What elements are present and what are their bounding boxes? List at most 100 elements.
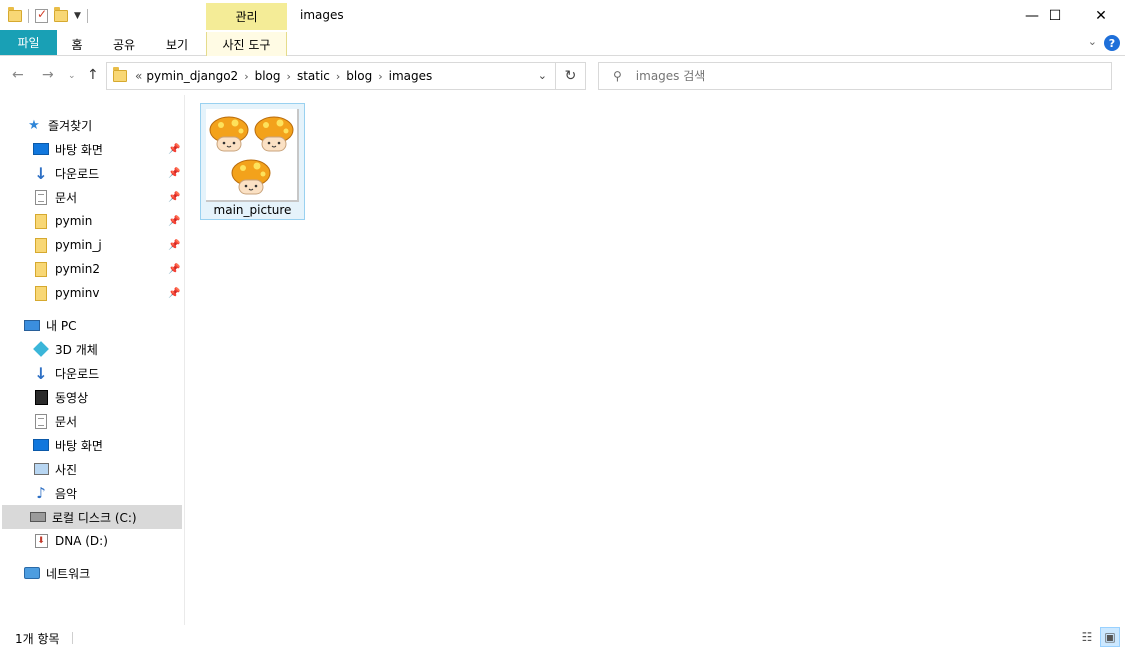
nav-label: 즐겨찾기 [48, 118, 93, 133]
refresh-button[interactable]: ↻ [556, 62, 586, 90]
breadcrumb-separator-icon[interactable]: › [287, 70, 291, 83]
pin-icon[interactable]: 📌 [168, 288, 180, 299]
folder-icon [35, 261, 47, 277]
breadcrumb-separator-icon[interactable]: › [378, 70, 382, 83]
breadcrumb-blog-2[interactable]: blog [346, 69, 372, 83]
nav-quick-access[interactable]: ★ 즐겨찾기 [26, 113, 92, 137]
nav-item-documents-pc[interactable]: 문서 [33, 409, 77, 433]
nav-item-pymin2[interactable]: pymin2 [33, 257, 100, 281]
tab-share[interactable]: 공유 [105, 32, 143, 56]
close-button[interactable]: ✕ [1078, 0, 1124, 32]
nav-item-local-disk-c[interactable]: 로컬 디스크 (C:) [2, 505, 182, 529]
forward-icon[interactable]: → [42, 67, 54, 83]
search-box[interactable]: ⚲ [598, 62, 1112, 90]
close-icon: ✕ [1095, 8, 1107, 24]
nav-item-dna-d[interactable]: ⬇ DNA (D:) [33, 529, 108, 553]
back-icon[interactable]: ← [12, 67, 24, 83]
nav-label: 사진 [55, 462, 78, 477]
removable-drive-icon: ⬇ [34, 534, 48, 548]
pin-icon[interactable]: 📌 [168, 264, 180, 275]
nav-label: 다운로드 [55, 166, 100, 181]
file-item[interactable]: main_picture [200, 103, 305, 220]
large-icons-view-button[interactable]: ▣ [1100, 627, 1120, 647]
customize-toolbar-icon[interactable]: ▼ [74, 11, 81, 21]
address-bar[interactable]: « pymin_django2 › blog › static › blog ›… [106, 62, 556, 90]
nav-label: pymin_j [55, 238, 102, 252]
nav-item-pyminv[interactable]: pyminv [33, 281, 99, 305]
refresh-icon: ↻ [564, 68, 577, 84]
quick-access-toolbar: ▼ [8, 6, 88, 26]
details-view-button[interactable]: ☷ [1077, 627, 1097, 647]
nav-item-pictures[interactable]: 사진 [33, 457, 77, 481]
video-icon [34, 389, 48, 405]
download-icon: ↓ [34, 163, 48, 183]
pin-icon[interactable]: 📌 [168, 168, 180, 179]
pin-icon[interactable]: 📌 [168, 192, 180, 203]
nav-item-pymin-j[interactable]: pymin_j [33, 233, 102, 257]
pin-icon[interactable]: 📌 [168, 144, 180, 155]
nav-label: pymin [55, 214, 93, 228]
computer-icon [24, 319, 40, 331]
folder-icon [35, 237, 47, 253]
nav-this-pc[interactable]: 내 PC [24, 313, 76, 337]
desktop-icon [33, 439, 49, 451]
recent-locations-icon[interactable]: ⌄ [68, 71, 76, 81]
search-icon: ⚲ [613, 69, 622, 83]
breadcrumb-blog[interactable]: blog [255, 69, 281, 83]
folder-icon [113, 67, 127, 82]
context-tab-header: 관리 [206, 3, 287, 30]
document-icon [35, 413, 47, 429]
search-input[interactable] [635, 69, 1056, 83]
tab-view[interactable]: 보기 [157, 32, 197, 56]
overflow-crumb-icon[interactable]: « [135, 69, 142, 83]
navigation-bar: ← → ⌄ ↑ « pymin_django2 › blog › static … [0, 57, 1125, 95]
tab-file[interactable]: 파일 [0, 30, 57, 55]
breadcrumb-pymin-django2[interactable]: pymin_django2 [146, 69, 238, 83]
chevron-down-icon[interactable]: ⌄ [1088, 35, 1097, 48]
nav-label: 음악 [55, 486, 78, 501]
nav-item-desktop-pc[interactable]: 바탕 화면 [33, 433, 103, 457]
details-view-icon: ☷ [1081, 630, 1093, 644]
maximize-button[interactable]: ☐ [1032, 0, 1078, 32]
nav-item-downloads-pc[interactable]: ↓ 다운로드 [33, 361, 99, 385]
folder-icon [35, 285, 47, 301]
nav-label: 문서 [55, 190, 78, 205]
folder-icon[interactable] [8, 7, 22, 22]
nav-item-documents[interactable]: 문서 [33, 185, 77, 209]
music-icon: ♪ [36, 484, 46, 502]
folder-icon [35, 213, 47, 229]
nav-item-pymin[interactable]: pymin [33, 209, 92, 233]
pin-icon[interactable]: 📌 [168, 240, 180, 251]
properties-icon[interactable] [35, 7, 48, 23]
nav-label: pyminv [55, 286, 100, 300]
divider [72, 632, 73, 644]
up-icon[interactable]: ↑ [87, 67, 99, 83]
nav-network[interactable]: 네트워크 [24, 561, 90, 585]
network-icon [24, 567, 40, 579]
tab-picture-tools[interactable]: 사진 도구 [206, 32, 287, 56]
document-icon [35, 189, 47, 205]
file-thumbnail [206, 109, 299, 202]
pin-icon[interactable]: 📌 [168, 216, 180, 227]
nav-label: 바탕 화면 [55, 142, 103, 157]
desktop-icon [33, 143, 49, 155]
nav-item-music[interactable]: ♪ 음악 [33, 481, 77, 505]
nav-label: 문서 [55, 414, 78, 429]
nav-item-videos[interactable]: 동영상 [33, 385, 88, 409]
nav-item-downloads[interactable]: ↓ 다운로드 [33, 161, 99, 185]
help-icon[interactable]: ? [1104, 35, 1120, 51]
maximize-icon: ☐ [1048, 8, 1062, 24]
nav-label: 동영상 [55, 390, 89, 405]
picture-icon [33, 463, 49, 475]
breadcrumb-separator-icon[interactable]: › [336, 70, 340, 83]
large-icons-view-icon: ▣ [1104, 630, 1116, 644]
nav-item-3d-objects[interactable]: 3D 개체 [33, 337, 98, 361]
breadcrumb-images[interactable]: images [389, 69, 433, 83]
tab-home[interactable]: 홈 [60, 32, 94, 56]
chevron-down-icon[interactable]: ⌄ [538, 69, 547, 82]
breadcrumb-static[interactable]: static [297, 69, 330, 83]
nav-item-desktop[interactable]: 바탕 화면 [33, 137, 103, 161]
new-folder-icon[interactable] [54, 7, 68, 22]
mushroom-image [209, 116, 249, 152]
breadcrumb-separator-icon[interactable]: › [244, 70, 248, 83]
